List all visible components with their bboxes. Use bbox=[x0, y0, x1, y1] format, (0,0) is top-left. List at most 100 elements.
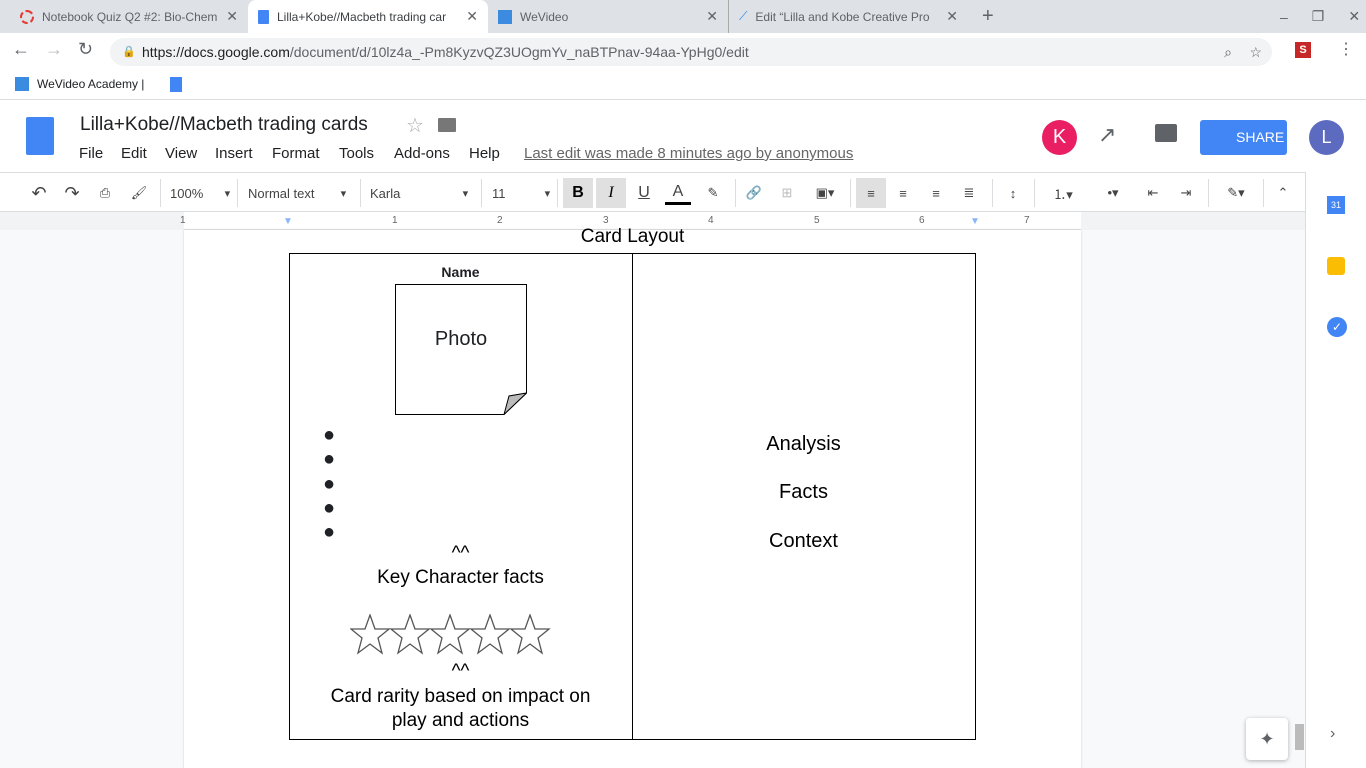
tab-docs[interactable]: Lilla+Kobe//Macbeth trading car ✕ bbox=[248, 0, 488, 33]
tab-wevideo[interactable]: WeVideo ✕ bbox=[488, 0, 728, 33]
star-icon[interactable]: ☆ bbox=[406, 113, 424, 138]
align-left-button[interactable]: ≡ bbox=[856, 178, 886, 208]
close-icon[interactable]: ✕ bbox=[946, 8, 958, 25]
tab-strip: Notebook Quiz Q2 #2: Bio-Chem ✕ Lilla+Kob… bbox=[0, 0, 1366, 33]
key-facts-label: Key Character facts bbox=[377, 567, 544, 588]
bullet-item: ● bbox=[323, 472, 336, 495]
bullet-item: ● bbox=[323, 448, 336, 471]
bullet-item: ● bbox=[323, 521, 336, 544]
justify-button[interactable]: ≣ bbox=[958, 181, 980, 205]
wevideo-icon bbox=[15, 77, 29, 91]
align-right-button[interactable]: ≡ bbox=[925, 181, 947, 205]
menu-addons[interactable]: Add-ons bbox=[394, 145, 450, 162]
activity-icon[interactable]: ↗ bbox=[1098, 122, 1116, 148]
decrease-indent-icon[interactable]: ⇤ bbox=[1142, 181, 1164, 205]
caret-marker: ^^ bbox=[451, 543, 470, 564]
scrollbar-thumb[interactable] bbox=[1295, 724, 1304, 750]
share-button[interactable]: SHARE bbox=[1200, 120, 1287, 155]
tab-edit[interactable]: ⟋ Edit “Lilla and Kobe Creative Pro ✕ bbox=[728, 0, 968, 33]
photo-placeholder: Photo bbox=[395, 284, 527, 415]
card-layout-heading: Card Layout bbox=[580, 226, 685, 247]
editing-mode-icon[interactable]: ✎▾ bbox=[1216, 181, 1256, 205]
menu-tools[interactable]: Tools bbox=[339, 145, 374, 162]
bulleted-list-icon[interactable]: •▾ bbox=[1092, 181, 1134, 205]
bookmarks-bar: WeVideo Academy | bbox=[0, 70, 1366, 100]
keep-icon[interactable] bbox=[1327, 257, 1345, 275]
bookmark-docs[interactable] bbox=[170, 77, 182, 92]
tab-notebook-quiz[interactable]: Notebook Quiz Q2 #2: Bio-Chem ✕ bbox=[10, 0, 248, 33]
numbered-list-icon[interactable]: ⒈▾ bbox=[1042, 181, 1084, 205]
url-input[interactable]: 🔒 https://docs.google.com/document/d/10l… bbox=[110, 38, 1272, 66]
zoom-select[interactable]: 100% ▾ bbox=[170, 181, 230, 205]
menu-format[interactable]: Format bbox=[272, 145, 320, 162]
restore-icon[interactable]: ❐ bbox=[1312, 8, 1325, 25]
comment-add-icon[interactable]: ⊞ bbox=[776, 181, 798, 205]
rarity-label-line1: Card rarity based on impact on bbox=[330, 686, 591, 707]
align-center-button[interactable]: ≡ bbox=[892, 181, 914, 205]
comments-icon[interactable] bbox=[1155, 124, 1177, 142]
docs-header: Lilla+Kobe//Macbeth trading cards ☆ File… bbox=[0, 100, 1366, 172]
bullet-item: ● bbox=[323, 424, 336, 446]
folder-icon[interactable] bbox=[438, 118, 456, 132]
bookmark-wevideo[interactable]: WeVideo Academy | bbox=[15, 77, 144, 91]
redo-icon[interactable]: ↷ bbox=[61, 181, 83, 205]
collaborator-avatar[interactable]: K bbox=[1042, 120, 1077, 155]
bookmark-star-icon[interactable]: ☆ bbox=[1249, 38, 1262, 66]
name-label: Name bbox=[441, 264, 480, 280]
menu-icon[interactable]: ⋮ bbox=[1338, 39, 1354, 59]
menu-edit[interactable]: Edit bbox=[121, 145, 147, 162]
close-icon[interactable]: ✕ bbox=[226, 8, 238, 25]
quiz-icon bbox=[20, 9, 34, 24]
lock-icon: 🔒 bbox=[122, 46, 136, 58]
edit-icon: ⟋ bbox=[739, 9, 748, 23]
italic-button[interactable]: I bbox=[596, 178, 626, 208]
print-icon[interactable]: ⎙ bbox=[94, 181, 116, 205]
star-icon bbox=[469, 614, 511, 655]
docs-logo[interactable] bbox=[26, 117, 54, 155]
star-icon bbox=[389, 614, 431, 655]
underline-button[interactable]: U bbox=[632, 181, 656, 205]
reload-icon[interactable]: ↻ bbox=[78, 39, 93, 60]
menu-file[interactable]: File bbox=[79, 145, 103, 162]
undo-icon[interactable]: ↶ bbox=[28, 181, 50, 205]
menu-help[interactable]: Help bbox=[469, 145, 500, 162]
back-icon[interactable]: ← bbox=[12, 39, 30, 60]
wevideo-icon bbox=[498, 9, 512, 24]
highlight-icon[interactable]: ✎ bbox=[702, 181, 724, 205]
rarity-label-line2: play and actions bbox=[391, 710, 530, 731]
bullet-item: ● bbox=[323, 496, 336, 519]
explore-button[interactable]: ✦ bbox=[1246, 718, 1288, 760]
close-icon[interactable]: ✕ bbox=[466, 8, 478, 25]
font-select[interactable]: Karla ▾ bbox=[370, 181, 468, 205]
window-controls[interactable]: – ❐ ✕ bbox=[1270, 0, 1366, 33]
doc-title[interactable]: Lilla+Kobe//Macbeth trading cards bbox=[80, 114, 368, 136]
close-icon[interactable]: ✕ bbox=[706, 8, 718, 25]
paint-format-icon[interactable]: 🖌 bbox=[128, 181, 150, 205]
new-tab-button[interactable]: + bbox=[972, 0, 1004, 33]
link-icon[interactable]: 🔗 bbox=[743, 181, 765, 205]
menu-insert[interactable]: Insert bbox=[215, 145, 253, 162]
tasks-icon[interactable]: ✓ bbox=[1327, 317, 1347, 337]
last-edit-link[interactable]: Last edit was made 8 minutes ago by anon… bbox=[524, 145, 853, 162]
close-window-icon[interactable]: ✕ bbox=[1348, 8, 1360, 25]
expand-panel-icon[interactable]: › bbox=[1330, 725, 1335, 743]
bold-button[interactable]: B bbox=[563, 178, 593, 208]
rarity-stars bbox=[350, 614, 551, 655]
font-size-select[interactable]: 11 ▾ bbox=[492, 181, 550, 205]
zoom-icon[interactable]: ⌕ bbox=[1224, 38, 1232, 66]
facts-label: Facts bbox=[779, 481, 828, 503]
image-icon[interactable]: ▣▾ bbox=[808, 181, 842, 205]
minimize-icon[interactable]: – bbox=[1280, 9, 1288, 25]
menu-view[interactable]: View bbox=[165, 145, 197, 162]
extension-icon[interactable]: S bbox=[1295, 42, 1311, 58]
forward-icon[interactable]: → bbox=[45, 39, 63, 60]
style-select[interactable]: Normal text ▾ bbox=[248, 181, 346, 205]
calendar-icon[interactable]: 31 bbox=[1327, 196, 1345, 214]
line-spacing-icon[interactable]: ↕ bbox=[1002, 181, 1024, 205]
increase-indent-icon[interactable]: ⇥ bbox=[1175, 181, 1197, 205]
star-icon bbox=[429, 614, 471, 655]
caret-marker: ^^ bbox=[451, 661, 470, 682]
account-avatar[interactable]: L bbox=[1309, 120, 1344, 155]
text-color-button[interactable]: A bbox=[665, 181, 691, 205]
collapse-icon[interactable]: ⌃ bbox=[1272, 181, 1294, 205]
